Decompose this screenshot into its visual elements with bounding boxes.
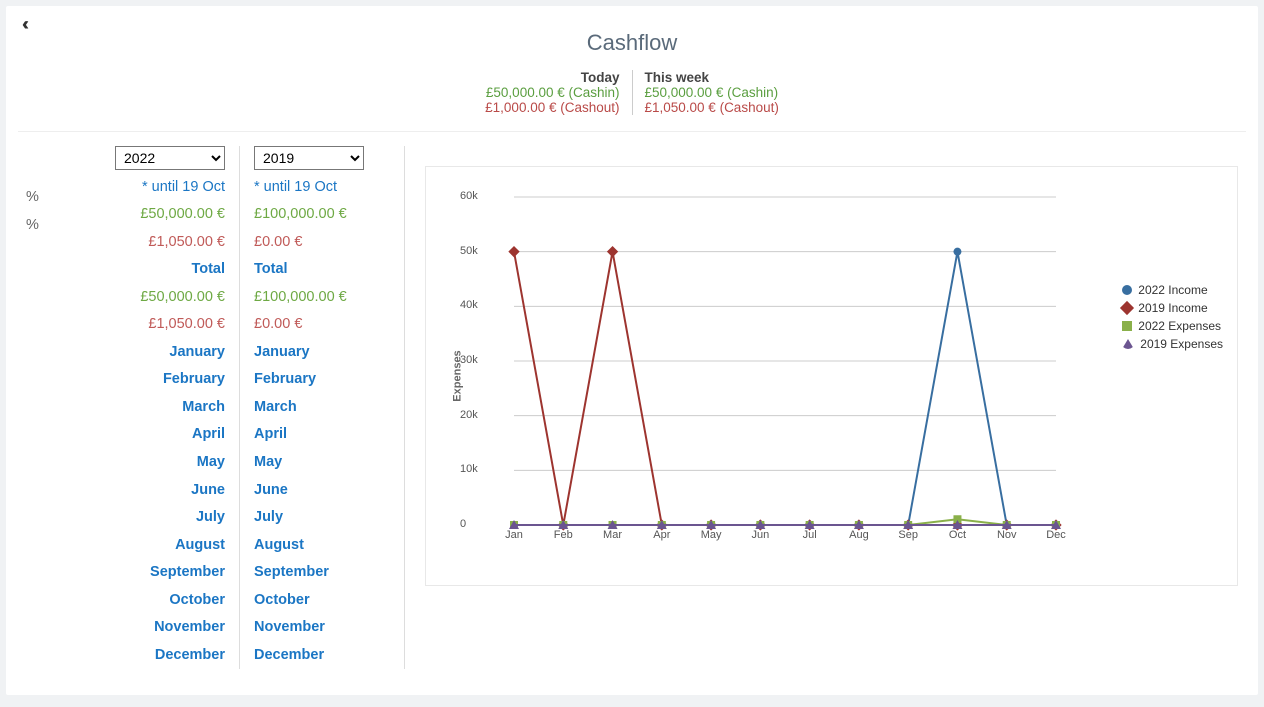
month-link-july[interactable]: July: [254, 504, 380, 532]
summary-today-label: Today: [485, 70, 619, 85]
month-link-may[interactable]: May: [254, 449, 380, 477]
summary-week-cashin: £50,000.00 € (Cashin): [645, 85, 779, 100]
month-link-march[interactable]: March: [100, 394, 225, 422]
month-link-june[interactable]: June: [100, 477, 225, 505]
xtick: Jul: [803, 529, 817, 541]
month-link-february[interactable]: February: [100, 366, 225, 394]
pct-row-out: %: [26, 212, 100, 240]
month-link-july[interactable]: July: [100, 504, 225, 532]
xtick: Aug: [849, 529, 869, 541]
month-link-january[interactable]: January: [254, 339, 380, 367]
pct-out-a: £1,050.00 €: [100, 229, 225, 257]
xtick: Apr: [653, 529, 670, 541]
month-link-april[interactable]: April: [100, 421, 225, 449]
xtick: Oct: [949, 529, 966, 541]
xtick: Jun: [751, 529, 769, 541]
xtick: Jan: [505, 529, 523, 541]
ytick: 50k: [460, 245, 478, 257]
ytick: 40k: [460, 299, 478, 311]
legend-item-2019-expenses[interactable]: 2019 Expenses: [1122, 337, 1223, 351]
column-year-a: 2022 * until 19 Oct £50,000.00 € £1,050.…: [100, 146, 240, 669]
month-link-may[interactable]: May: [100, 449, 225, 477]
column-year-b: 2019 * until 19 Oct £100,000.00 € £0.00 …: [240, 146, 380, 669]
month-link-august[interactable]: August: [254, 532, 380, 560]
month-link-june[interactable]: June: [254, 477, 380, 505]
pct-in-b: £100,000.00 €: [254, 201, 380, 229]
summary-block: Today £50,000.00 € (Cashin) £1,000.00 € …: [18, 70, 1246, 115]
chart-plot: [486, 191, 1066, 543]
chart-legend: 2022 Income 2019 Income 2022 Expenses 20…: [1122, 283, 1223, 355]
collapse-icon[interactable]: ‹‹: [22, 14, 24, 35]
month-link-december[interactable]: December: [254, 642, 380, 670]
month-link-february[interactable]: February: [254, 366, 380, 394]
total-label-b: Total: [254, 256, 380, 284]
chart-block: Expenses 010k20k30k40k50k60k JanFebMarAp…: [405, 146, 1258, 669]
summary-week-label: This week: [645, 70, 779, 85]
legend-label: 2022 Income: [1138, 283, 1207, 297]
until-note-b: * until 19 Oct: [254, 174, 380, 202]
xtick: Nov: [997, 529, 1017, 541]
total-in-a: £50,000.00 €: [100, 284, 225, 312]
legend-label: 2022 Expenses: [1138, 319, 1221, 333]
month-link-september[interactable]: September: [100, 559, 225, 587]
legend-item-2022-expenses[interactable]: 2022 Expenses: [1122, 319, 1223, 333]
xtick: Mar: [603, 529, 622, 541]
month-link-april[interactable]: April: [254, 421, 380, 449]
pct-row-in: %: [26, 184, 100, 212]
dashboard-header: Cashflow Today £50,000.00 € (Cashin) £1,…: [18, 6, 1246, 132]
month-link-november[interactable]: November: [254, 614, 380, 642]
xtick: May: [701, 529, 722, 541]
ytick: 10k: [460, 463, 478, 475]
ytick: 30k: [460, 354, 478, 366]
month-link-december[interactable]: December: [100, 642, 225, 670]
total-out-a: £1,050.00 €: [100, 311, 225, 339]
total-out-b: £0.00 €: [254, 311, 380, 339]
xtick: Sep: [898, 529, 918, 541]
month-link-august[interactable]: August: [100, 532, 225, 560]
xtick: Dec: [1046, 529, 1066, 541]
total-in-b: £100,000.00 €: [254, 284, 380, 312]
ytick: 0: [460, 518, 466, 530]
summary-week-cashout: £1,050.00 € (Cashout): [645, 100, 779, 115]
month-link-january[interactable]: January: [100, 339, 225, 367]
xtick: Feb: [554, 529, 573, 541]
legend-item-2022-income[interactable]: 2022 Income: [1122, 283, 1223, 297]
pct-in-a: £50,000.00 €: [100, 201, 225, 229]
page-title: Cashflow: [18, 30, 1246, 56]
summary-today-cashout: £1,000.00 € (Cashout): [485, 100, 619, 115]
year-select-a[interactable]: 2022: [115, 146, 225, 170]
total-label-a: Total: [100, 256, 225, 284]
legend-label: 2019 Expenses: [1140, 337, 1223, 351]
month-link-march[interactable]: March: [254, 394, 380, 422]
comparison-table: % % 2022 * until 19 Oct £50,000.00 € £1,…: [16, 146, 405, 669]
summary-today-cashin: £50,000.00 € (Cashin): [485, 85, 619, 100]
pct-out-b: £0.00 €: [254, 229, 380, 257]
month-link-november[interactable]: November: [100, 614, 225, 642]
until-note-a: * until 19 Oct: [100, 174, 225, 202]
legend-label: 2019 Income: [1138, 301, 1207, 315]
legend-item-2019-income[interactable]: 2019 Income: [1122, 301, 1223, 315]
month-link-october[interactable]: October: [254, 587, 380, 615]
ytick: 60k: [460, 190, 478, 202]
year-select-b[interactable]: 2019: [254, 146, 364, 170]
ytick: 20k: [460, 409, 478, 421]
month-link-october[interactable]: October: [100, 587, 225, 615]
month-link-september[interactable]: September: [254, 559, 380, 587]
